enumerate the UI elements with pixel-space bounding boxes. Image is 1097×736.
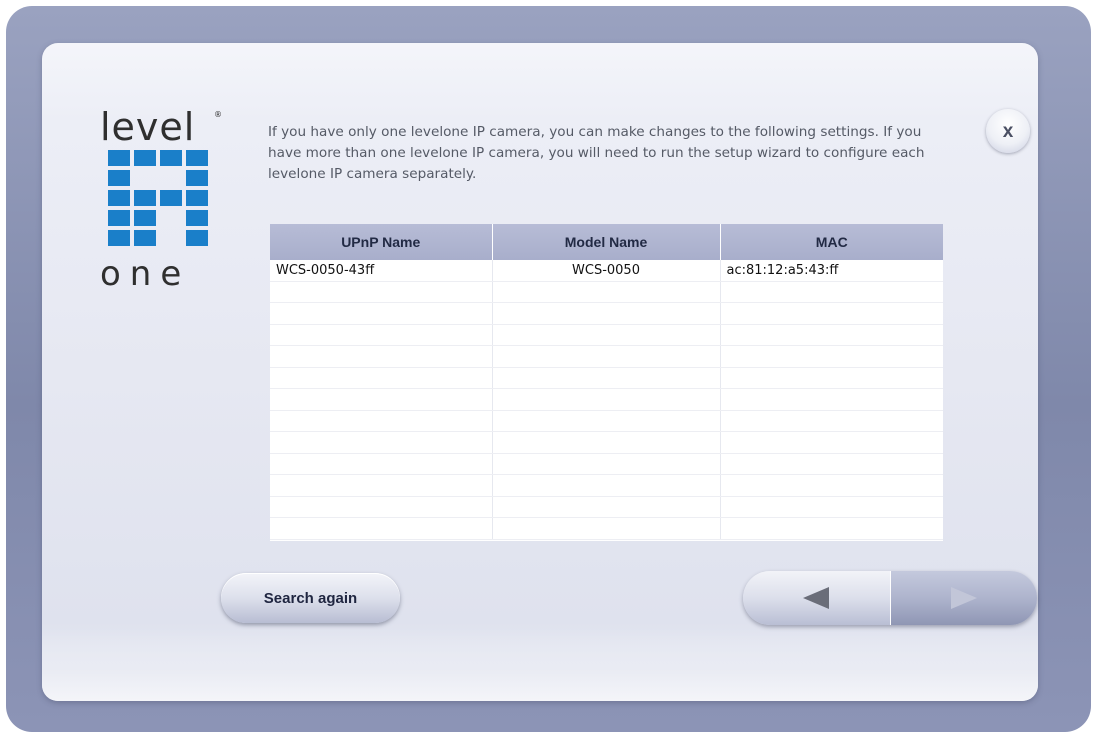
table-row[interactable] [270,281,943,303]
cell-model-name [492,345,721,368]
table-row[interactable] [270,496,943,518]
cell-upnp-name [270,453,493,475]
search-again-button[interactable]: Search again [221,573,400,623]
table-row[interactable] [270,431,943,454]
arrow-right-icon [950,587,977,609]
logo-block-icon [108,150,208,246]
cell-mac [720,474,943,497]
close-button[interactable]: x [986,109,1030,153]
cell-upnp-name: WCS-0050-43ff [270,260,493,282]
cell-model-name [492,324,721,346]
cell-mac [720,431,943,454]
intro-text: If you have only one levelone IP camera,… [268,124,925,182]
cell-upnp-name [270,517,493,540]
cell-upnp-name [270,496,493,518]
cell-mac [720,281,943,303]
table-row[interactable] [270,517,943,540]
cell-mac [720,388,943,411]
cell-model-name [492,367,721,389]
cell-model-name [492,410,721,432]
cell-upnp-name [270,302,493,325]
next-button[interactable] [890,571,1037,625]
cell-upnp-name [270,345,493,368]
cell-upnp-name [270,324,493,346]
table-row[interactable] [270,474,943,497]
cell-upnp-name [270,474,493,497]
table-row[interactable] [270,388,943,411]
cell-mac [720,453,943,475]
close-icon: x [1002,120,1014,142]
table-row[interactable] [270,453,943,475]
cell-upnp-name [270,388,493,411]
logo-registered-mark: ® [214,110,222,119]
navigation-buttons [743,571,1037,625]
table-row[interactable] [270,367,943,389]
cell-mac [720,324,943,346]
back-button[interactable] [743,571,891,625]
cell-model-name [492,474,721,497]
cell-mac [720,517,943,540]
cell-upnp-name [270,410,493,432]
table-row[interactable] [270,302,943,325]
cell-mac [720,367,943,389]
cell-mac [720,345,943,368]
table-row[interactable] [270,324,943,346]
cell-model-name [492,281,721,303]
logo-top-text: level [100,105,196,149]
cell-mac: ac:81:12:a5:43:ff [720,260,943,282]
cell-mac [720,302,943,325]
cell-model-name: WCS-0050 [492,260,721,282]
cell-model-name [492,453,721,475]
cell-upnp-name [270,367,493,389]
cell-mac [720,496,943,518]
cell-model-name [492,496,721,518]
search-again-label: Search again [263,589,358,607]
column-header-upnp-name[interactable]: UPnP Name [270,224,493,260]
column-header-model-name[interactable]: Model Name [492,224,721,260]
table-row[interactable] [270,410,943,432]
column-header-mac[interactable]: MAC [720,224,943,260]
arrow-left-icon [803,587,830,609]
table-row[interactable] [270,345,943,368]
cell-model-name [492,388,721,411]
cell-model-name [492,431,721,454]
cell-model-name [492,517,721,540]
cell-upnp-name [270,431,493,454]
camera-table: UPnP Name Model Name MAC WCS-0050-43ff WC… [270,224,943,541]
table-header-row: UPnP Name Model Name MAC [270,224,943,260]
levelone-logo: level ® one [100,105,230,294]
table-row[interactable]: WCS-0050-43ff WCS-0050 ac:81:12:a5:43:ff [270,260,943,282]
cell-model-name [492,302,721,325]
logo-bottom-text: one [100,254,191,294]
cell-upnp-name [270,281,493,303]
cell-mac [720,410,943,432]
